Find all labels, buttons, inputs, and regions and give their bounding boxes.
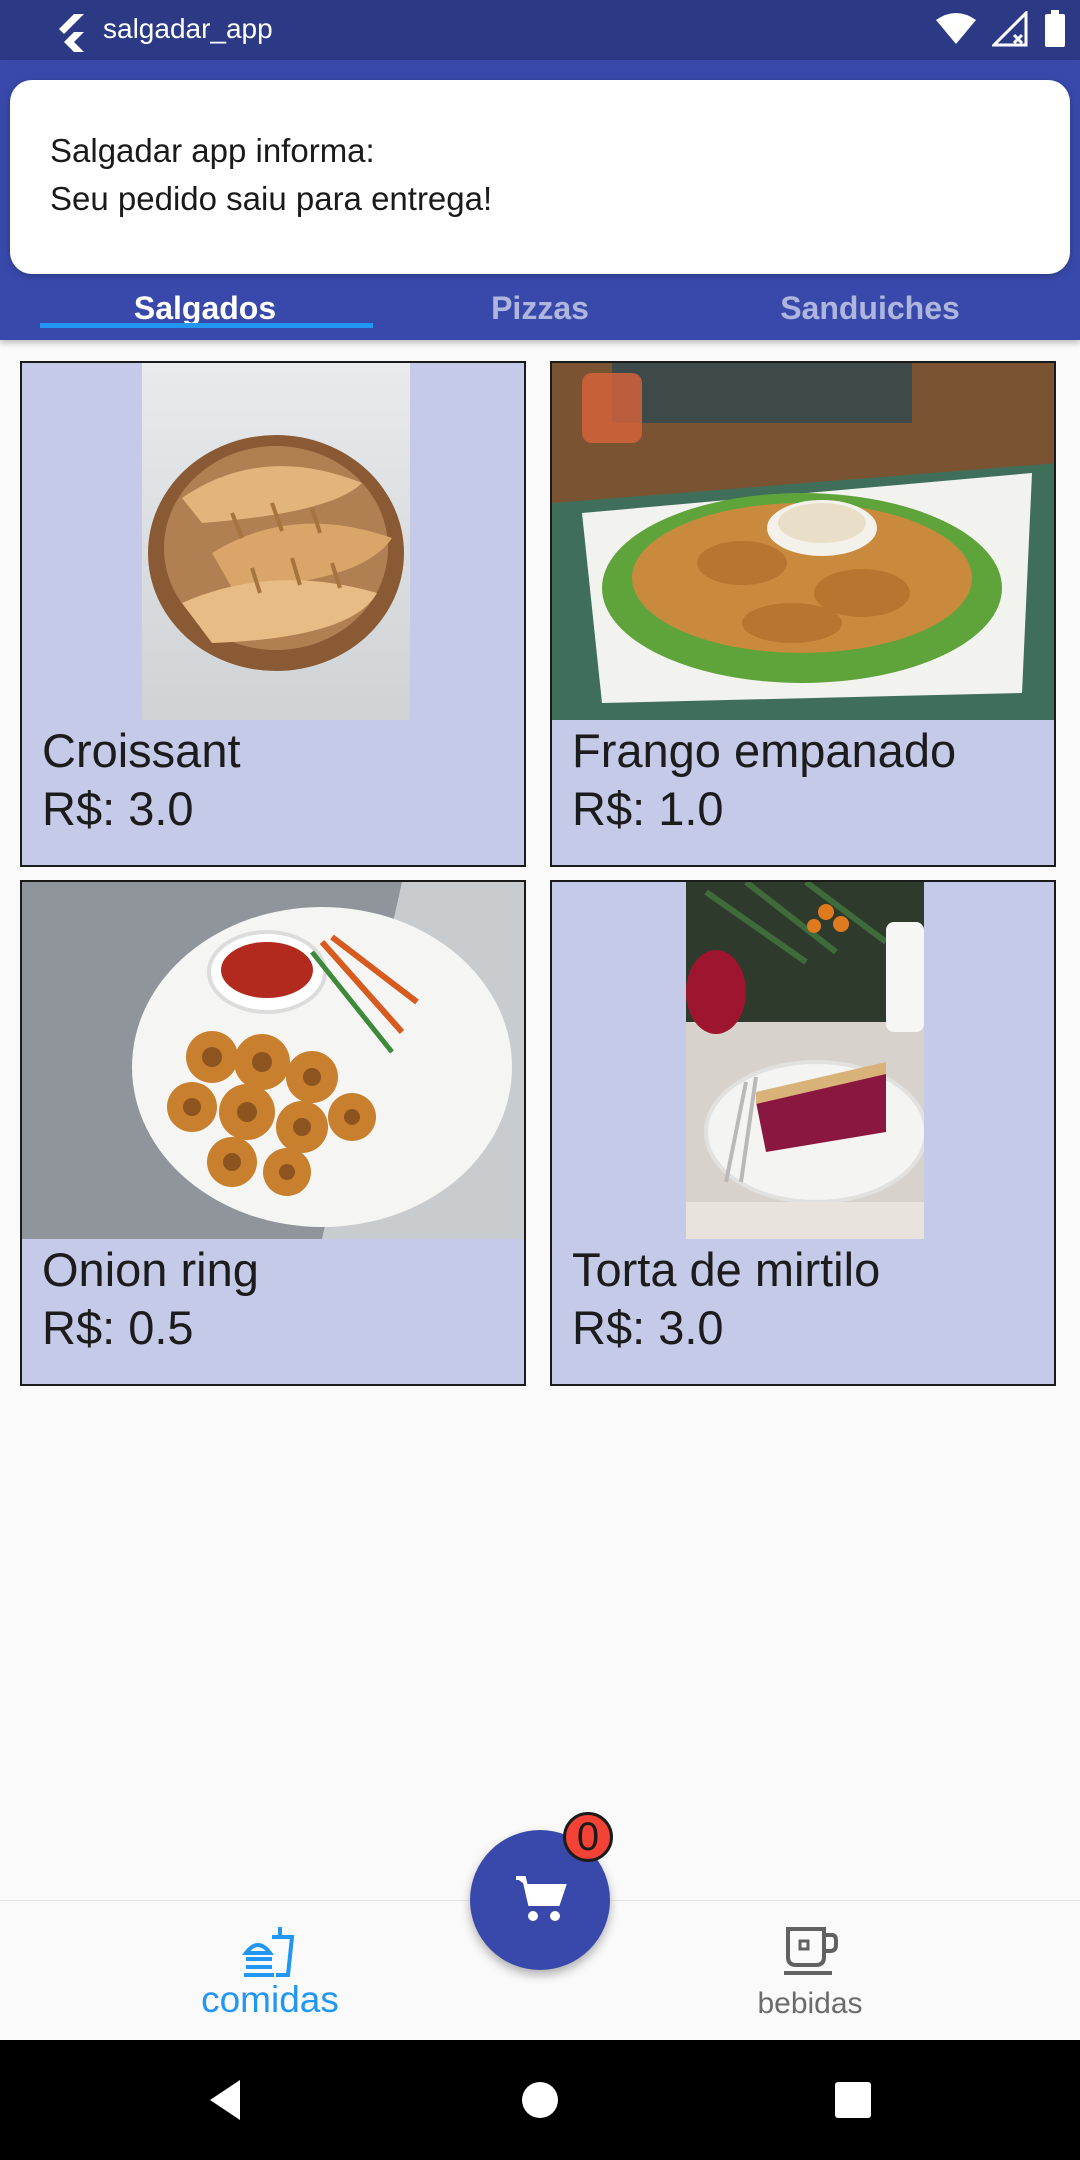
cart-count-badge: 0 (563, 1812, 613, 1862)
product-price: R$: 3.0 (572, 1301, 724, 1354)
tab-pizzas[interactable]: Pizzas (363, 290, 717, 340)
croissant-photo (142, 363, 410, 720)
product-price: R$: 1.0 (572, 782, 724, 835)
notification-banner[interactable]: Salgadar app informa: Seu pedido saiu pa… (10, 80, 1070, 274)
flutter-logo-icon (59, 14, 84, 52)
product-price: R$: 3.0 (42, 782, 194, 835)
system-navigation-bar (0, 2040, 1080, 2160)
nav-label-bebidas: bebidas (757, 1987, 863, 2020)
signal-icon (992, 11, 1028, 47)
status-bar: salgadar_app (0, 0, 1080, 60)
wifi-icon (936, 13, 976, 44)
coffee-cup-icon (784, 1927, 838, 1975)
nav-item-bebidas[interactable]: bebidas (660, 1901, 960, 2041)
product-card-onion-ring[interactable]: Onion ring R$: 0.5 (20, 880, 526, 1386)
fastfood-icon (241, 1927, 295, 1977)
product-name: Torta de mirtilo (572, 1243, 881, 1296)
system-status-icons (936, 10, 1066, 48)
nav-item-comidas[interactable]: comidas (120, 1901, 420, 2041)
notification-title: Salgadar app informa: (50, 132, 375, 169)
product-name: Croissant (42, 724, 241, 777)
battery-icon (1045, 10, 1065, 47)
notification-message: Seu pedido saiu para entrega! (50, 180, 493, 217)
onion-ring-photo (22, 882, 524, 1239)
product-card-frango-empanado[interactable]: Frango empanado R$: 1.0 (550, 361, 1056, 867)
recents-icon[interactable] (828, 2075, 878, 2125)
tab-salgados[interactable]: Salgados (28, 290, 382, 340)
product-name: Onion ring (42, 1243, 259, 1296)
frango-empanado-photo (552, 363, 1054, 720)
shopping-cart-icon (516, 1876, 567, 1921)
back-icon[interactable] (200, 2075, 250, 2125)
tab-indicator (40, 323, 373, 328)
product-price: R$: 0.5 (42, 1301, 194, 1354)
torta-de-mirtilo-photo (686, 882, 924, 1239)
tab-bar: Salgados Pizzas Sanduiches (0, 290, 1080, 340)
nav-label-comidas: comidas (201, 1979, 339, 2020)
product-name: Frango empanado (572, 724, 957, 777)
home-icon[interactable] (515, 2075, 565, 2125)
status-app-name: salgadar_app (103, 13, 273, 44)
tab-sanduiches[interactable]: Sanduiches (693, 290, 1047, 340)
product-card-torta-de-mirtilo[interactable]: Torta de mirtilo R$: 3.0 (550, 880, 1056, 1386)
product-card-croissant[interactable]: Croissant R$: 3.0 (20, 361, 526, 867)
